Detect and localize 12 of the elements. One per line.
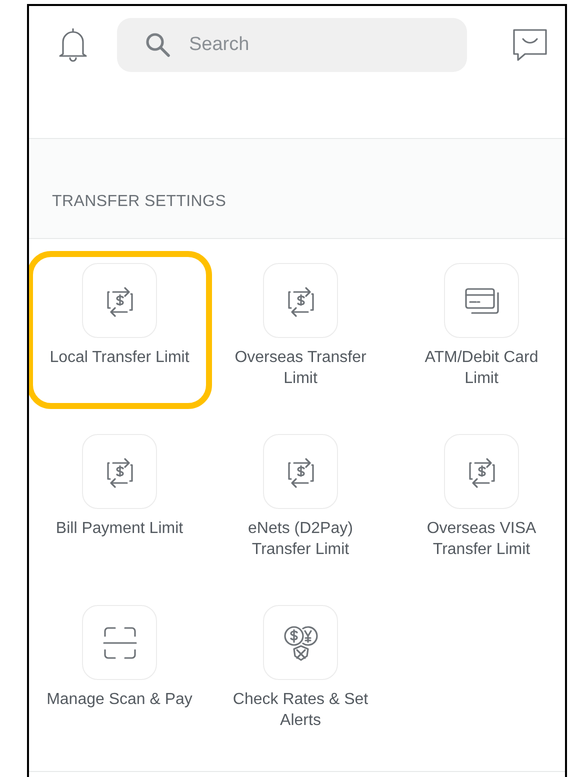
item-label: Check Rates & Set Alerts: [232, 690, 370, 731]
item-label: eNets (D2Pay) Transfer Limit: [247, 519, 354, 560]
notification-bell-icon[interactable]: [57, 26, 89, 62]
item-label: Manage Scan & Pay: [46, 690, 194, 710]
item-label: Local Transfer Limit: [48, 348, 190, 368]
item-label: Overseas VISA Transfer Limit: [426, 519, 538, 560]
search-field[interactable]: Search: [117, 18, 467, 72]
item-label: Bill Payment Limit: [54, 519, 184, 539]
item-label: ATM/Debit Card Limit: [424, 348, 540, 389]
item-label: Overseas Transfer Limit: [234, 348, 368, 389]
highlighted-menu-item[interactable]: Local Transfer Limit: [29, 251, 212, 409]
section-title: TRANSFER SETTINGS: [52, 193, 226, 211]
